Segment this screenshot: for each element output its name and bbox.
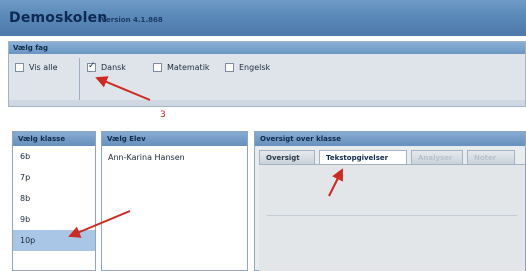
panel-footer-strip — [9, 100, 525, 106]
class-overview-panel: Oversigt over klasse Oversigt Tekstopgiv… — [254, 131, 526, 271]
class-list: 6b 7p 8b 9b 10p — [13, 146, 95, 251]
subject-panel: Vælg fag Vis alle ✓ Dansk Matematik Enge… — [8, 41, 526, 107]
annotation-number-3: 3 — [160, 110, 166, 120]
class-item-7p[interactable]: 7p — [13, 167, 95, 188]
class-list-header: Vælg klasse — [13, 132, 95, 146]
checkbox-box[interactable]: ✓ — [87, 61, 96, 72]
checkmark-icon: ✓ — [88, 61, 96, 71]
tab-analyser: Analyser — [411, 150, 463, 165]
overview-tabs: Oversigt Tekstopgivelser Analyser Noter — [259, 150, 521, 165]
class-list-panel: Vælg klasse 6b 7p 8b 9b 10p — [12, 131, 96, 271]
subject-checkbox-row: Vis alle ✓ Dansk Matematik Engelsk — [9, 60, 525, 78]
class-item-6b[interactable]: 6b — [13, 146, 95, 167]
checkbox-engelsk[interactable]: Engelsk — [225, 63, 270, 72]
app-version: Version 4.1.868 — [101, 16, 163, 24]
tab-content-area — [259, 164, 525, 271]
tab-noter: Noter — [467, 150, 515, 165]
checkbox-box[interactable] — [225, 63, 234, 72]
student-list-panel: Vælg Elev Ann-Karina Hansen — [101, 131, 248, 271]
checkbox-label: Matematik — [167, 63, 210, 72]
checkbox-vis-alle[interactable]: Vis alle — [15, 63, 58, 72]
tab-tekstopgivelser[interactable]: Tekstopgivelser — [319, 150, 407, 165]
class-overview-header: Oversigt over klasse — [255, 132, 525, 146]
checkbox-label: Engelsk — [239, 63, 271, 72]
checkbox-box[interactable] — [153, 63, 162, 72]
class-item-10p[interactable]: 10p — [13, 230, 95, 251]
checkbox-dansk[interactable]: ✓ Dansk — [87, 61, 126, 72]
checkbox-matematik[interactable]: Matematik — [153, 63, 210, 72]
tab-oversigt[interactable]: Oversigt — [259, 150, 315, 165]
subject-panel-header: Vælg fag — [9, 42, 525, 54]
divider — [79, 58, 80, 104]
checkbox-label: Vis alle — [29, 63, 58, 72]
checkbox-label: Dansk — [101, 63, 126, 72]
content-divider — [267, 215, 517, 216]
student-list-header: Vælg Elev — [102, 132, 247, 146]
checkbox-box[interactable] — [15, 63, 24, 72]
app-title: Demoskolen — [9, 10, 108, 26]
student-item[interactable]: Ann-Karina Hansen — [102, 146, 247, 169]
class-item-9b[interactable]: 9b — [13, 209, 95, 230]
class-item-8b[interactable]: 8b — [13, 188, 95, 209]
title-bar: Demoskolen Version 4.1.868 — [0, 0, 526, 36]
